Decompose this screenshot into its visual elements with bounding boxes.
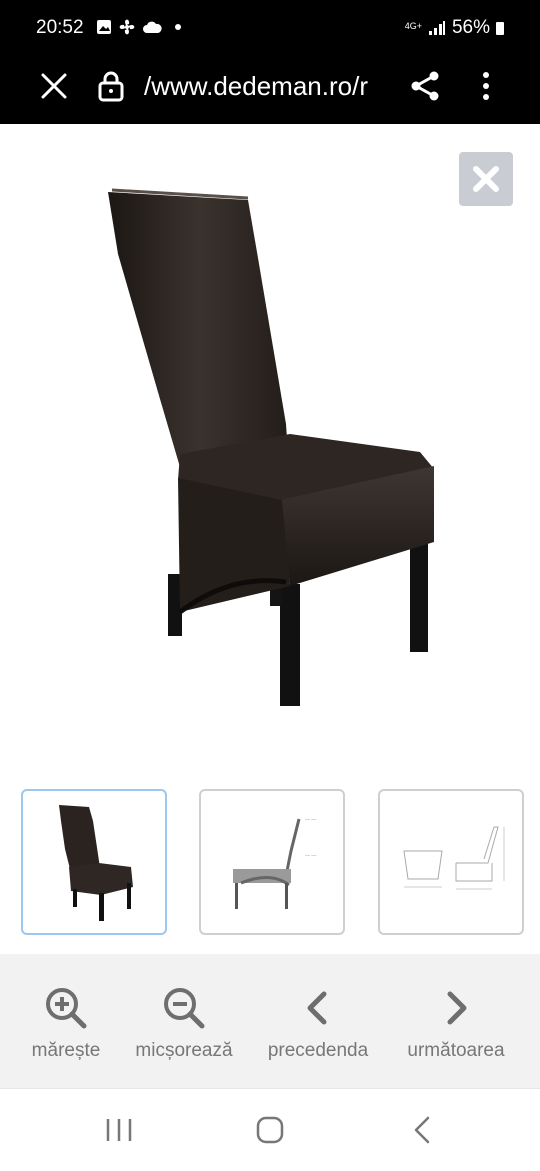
status-bar: 20:52 4G+ 56% [0, 0, 540, 56]
zoom-out-icon [164, 988, 205, 1029]
viewer-close-button[interactable] [459, 152, 513, 206]
home-icon[interactable] [255, 1115, 285, 1145]
viewer-toolbar: mărește micșorează precedenda următoarea [0, 954, 540, 1088]
svg-text:— —: — — [305, 817, 316, 823]
thumbnail-dimension-drawing[interactable] [378, 789, 524, 935]
zoom-in-icon [46, 988, 87, 1029]
zoom-in-label: mărește [31, 1040, 101, 1061]
recent-apps-icon[interactable] [104, 1115, 134, 1145]
url-field[interactable]: /www.dedeman.ro/r [144, 70, 386, 102]
chevron-left-icon [307, 991, 327, 1025]
battery-percent: 56% [451, 17, 490, 38]
network-type: 4G+ [404, 20, 422, 31]
next-button[interactable]: următoarea [394, 954, 518, 1088]
chevron-right-icon [447, 991, 467, 1025]
system-nav-bar [0, 1088, 540, 1171]
image-icon [97, 20, 111, 34]
back-icon[interactable] [408, 1115, 438, 1145]
lock-icon[interactable] [98, 70, 124, 102]
thumbnail-photo[interactable] [21, 789, 167, 935]
fan-icon [119, 19, 135, 35]
share-icon[interactable] [408, 70, 442, 102]
cloud-icon [143, 21, 162, 33]
zoom-in-button[interactable]: mărește [22, 954, 110, 1088]
more-vertical-icon[interactable] [476, 70, 496, 102]
previous-button[interactable]: precedenda [256, 954, 380, 1088]
thumbnail-side-drawing[interactable]: — — — — [199, 789, 345, 935]
battery-icon [496, 21, 504, 35]
svg-text:— —: — — [305, 853, 316, 859]
image-viewer: — — — — [0, 124, 540, 954]
dot-icon [175, 24, 181, 30]
main-product-image [108, 188, 434, 706]
zoom-out-button[interactable]: micșorează [126, 954, 242, 1088]
next-label: următoarea [407, 1040, 505, 1061]
previous-label: precedenda [267, 1040, 369, 1061]
signal-icon [428, 21, 445, 35]
close-icon [473, 166, 499, 192]
status-time: 20:52 [36, 17, 84, 38]
close-icon[interactable] [38, 70, 70, 102]
browser-toolbar: /www.dedeman.ro/r [0, 56, 540, 124]
zoom-out-label: micșorează [135, 1040, 233, 1061]
